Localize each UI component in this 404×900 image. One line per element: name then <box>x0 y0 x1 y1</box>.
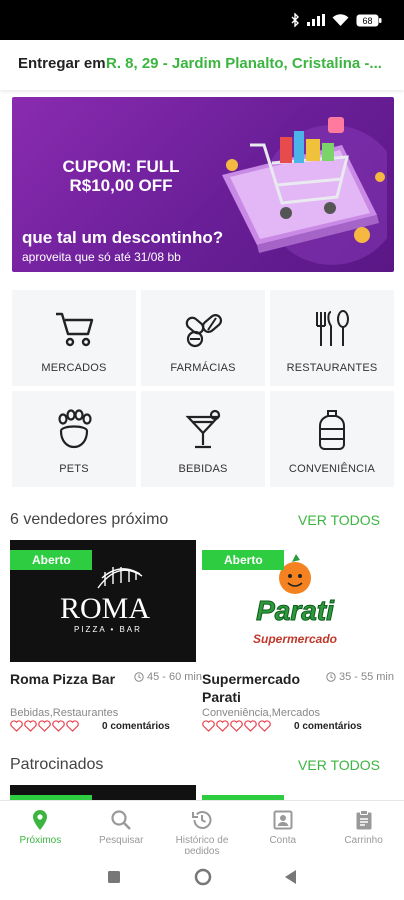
rating-hearts <box>202 720 271 732</box>
store-image: ROMA PIZZA • BAR Aberto <box>10 540 196 662</box>
heart-icon <box>202 720 215 732</box>
battery-icon: 68 <box>356 14 382 26</box>
nearby-section-title: 6 vendedores próximo <box>10 511 169 528</box>
nav-label: Próximos <box>19 835 62 846</box>
rating-hearts <box>10 720 79 732</box>
system-navigation-bar <box>0 854 404 900</box>
banner-subline: aproveita que só até 31/08 bb <box>22 250 181 264</box>
open-badge: Aberto <box>10 550 92 570</box>
comments-count: 0 comentários <box>102 721 170 732</box>
recents-square-icon[interactable] <box>107 870 121 884</box>
account-icon <box>273 810 293 830</box>
category-label: BEBIDAS <box>178 463 228 475</box>
clock-icon <box>326 672 336 682</box>
heart-icon <box>258 720 271 732</box>
battery-level: 68 <box>362 16 372 26</box>
store-name: Supermercado Parati <box>202 671 301 705</box>
comments-count: 0 comentários <box>294 721 362 732</box>
store-card-parati[interactable]: Parati Supermercado Aberto Supermercado … <box>202 540 394 740</box>
cutlery-icon <box>316 310 349 346</box>
category-label: RESTAURANTES <box>286 362 378 374</box>
category-farmacias[interactable]: FARMÁCIAS <box>141 290 265 386</box>
nav-label: Carrinho <box>344 835 383 846</box>
nav-proximos[interactable]: Próximos <box>0 801 81 854</box>
sponsored-card-preview[interactable] <box>10 785 196 801</box>
heart-icon <box>216 720 229 732</box>
delivery-time-text: 45 - 60 min <box>146 671 202 683</box>
heart-icon <box>38 720 51 732</box>
heart-icon <box>230 720 243 732</box>
store-logo-subtext: PIZZA • BAR <box>74 625 142 634</box>
coupon-text: CUPOM: FULL <box>62 157 180 176</box>
category-label: PETS <box>59 463 89 475</box>
open-badge: Aberto <box>202 550 284 570</box>
heart-icon <box>66 720 79 732</box>
heart-icon <box>52 720 65 732</box>
heart-icon <box>244 720 257 732</box>
search-icon <box>111 810 132 830</box>
nav-conta[interactable]: Conta <box>242 801 323 854</box>
category-conveniencia[interactable]: CONVENIÊNCIA <box>270 391 394 487</box>
shopping-cart-phone-illustration <box>222 117 387 265</box>
category-label: MERCADOS <box>41 362 107 374</box>
cocktail-icon <box>185 409 221 449</box>
sponsored-see-all-link[interactable]: VER TODOS <box>298 757 380 773</box>
delivery-address-bar[interactable]: Entregar em: R. 8, 29 - Jardim Planalto,… <box>0 40 404 90</box>
delivery-address[interactable]: R. 8, 29 - Jardim Planalto, Cristalina -… <box>106 55 382 72</box>
signal-icon <box>307 14 325 26</box>
nav-label: Conta <box>269 835 297 846</box>
location-pin-icon <box>33 810 48 830</box>
promo-banner[interactable]: CUPOM: FULL R$10,00 OFF que tal um descon… <box>12 97 394 272</box>
delivery-time: 45 - 60 min <box>134 671 202 683</box>
history-icon <box>191 811 212 829</box>
bluetooth-icon <box>291 13 299 27</box>
category-mercados[interactable]: MERCADOS <box>12 290 136 386</box>
store-name: Roma Pizza Bar <box>10 671 116 687</box>
sponsored-section-title: Patrocinados <box>10 756 104 773</box>
clock-icon <box>134 672 144 682</box>
store-logo-text: Parati <box>256 595 335 626</box>
sponsored-card-preview[interactable] <box>202 785 388 801</box>
water-jug-icon <box>319 410 345 450</box>
category-bebidas[interactable]: BEBIDAS <box>141 391 265 487</box>
shopping-cart-icon <box>56 312 94 347</box>
delivery-time-text: 35 - 55 min <box>338 671 394 683</box>
discount-text: R$10,00 OFF <box>69 176 173 195</box>
clipboard-icon <box>356 810 372 830</box>
nearby-see-all-link[interactable]: VER TODOS <box>298 512 380 528</box>
nav-carrinho[interactable]: Carrinho <box>323 801 404 854</box>
nav-historico[interactable]: Histórico de pedidos <box>162 801 243 857</box>
category-label: CONVENIÊNCIA <box>288 463 376 475</box>
paw-icon <box>58 409 92 449</box>
store-categories: Conveniência,Mercados <box>202 707 321 719</box>
wifi-icon <box>332 13 349 26</box>
home-circle-icon[interactable] <box>194 868 212 886</box>
delivery-time: 35 - 55 min <box>326 671 394 683</box>
store-categories: Bebidas,Restaurantes <box>10 707 119 719</box>
coupon-code: CUPOM: FULL R$10,00 OFF <box>56 157 186 195</box>
heart-icon <box>10 720 23 732</box>
status-bar: 68 <box>0 0 404 40</box>
category-grid: MERCADOS FARMÁCIAS RESTAURANTES PETS BEB… <box>12 290 394 490</box>
store-image: Parati Supermercado Aberto <box>202 540 388 662</box>
heart-icon <box>24 720 37 732</box>
store-card-roma[interactable]: ROMA PIZZA • BAR Aberto Roma Pizza Bar 4… <box>10 540 202 740</box>
store-logo-text: ROMA <box>60 592 150 625</box>
bottom-navigation: Próximos Pesquisar Histórico de pedidos … <box>0 800 404 857</box>
nav-pesquisar[interactable]: Pesquisar <box>81 801 162 854</box>
nav-label: Pesquisar <box>98 835 144 846</box>
category-label: FARMÁCIAS <box>170 362 236 374</box>
pills-icon <box>185 314 223 348</box>
category-pets[interactable]: PETS <box>12 391 136 487</box>
category-restaurantes[interactable]: RESTAURANTES <box>270 290 394 386</box>
back-triangle-icon[interactable] <box>284 869 298 885</box>
banner-headline: que tal um descontinho? <box>22 228 224 247</box>
app-screen: 68 Entregar em: R. 8, 29 - Jardim Planal… <box>0 0 404 900</box>
store-logo-subtext: Supermercado <box>253 632 337 646</box>
delivery-label: Entregar em: <box>18 55 111 72</box>
